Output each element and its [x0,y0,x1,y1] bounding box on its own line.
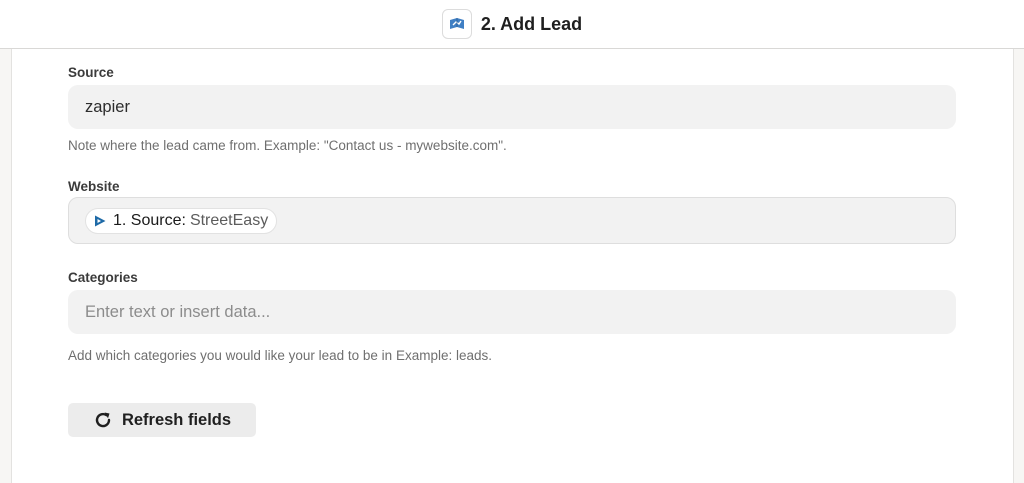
categories-help-text: Add which categories you would like your… [68,348,492,363]
real-estate-crm-app-icon [441,9,472,39]
action-fields-panel: Source zapier Note where the lead came f… [11,49,1014,483]
source-label: Source [68,65,114,80]
categories-label: Categories [68,270,138,285]
streeteasy-app-icon [92,213,108,229]
refresh-icon [93,410,113,430]
website-field[interactable]: 1. Source: StreetEasy [68,197,956,244]
source-value: zapier [85,97,130,116]
step-title: 2. Add Lead [480,13,583,34]
step-header: 2. Add Lead [0,0,1024,49]
mapped-data-pill[interactable]: 1. Source: StreetEasy [85,207,278,234]
pill-step-label: 1. Source: [113,211,186,229]
categories-placeholder: Enter text or insert data... [85,302,271,321]
source-field[interactable]: zapier [68,85,956,129]
pill-value: StreetEasy [189,211,269,229]
categories-field[interactable]: Enter text or insert data... [68,290,956,334]
refresh-fields-label: Refresh fields [121,410,232,429]
website-label: Website [68,179,120,194]
refresh-fields-button[interactable]: Refresh fields [68,403,256,437]
source-help-text: Note where the lead came from. Example: … [68,138,507,153]
